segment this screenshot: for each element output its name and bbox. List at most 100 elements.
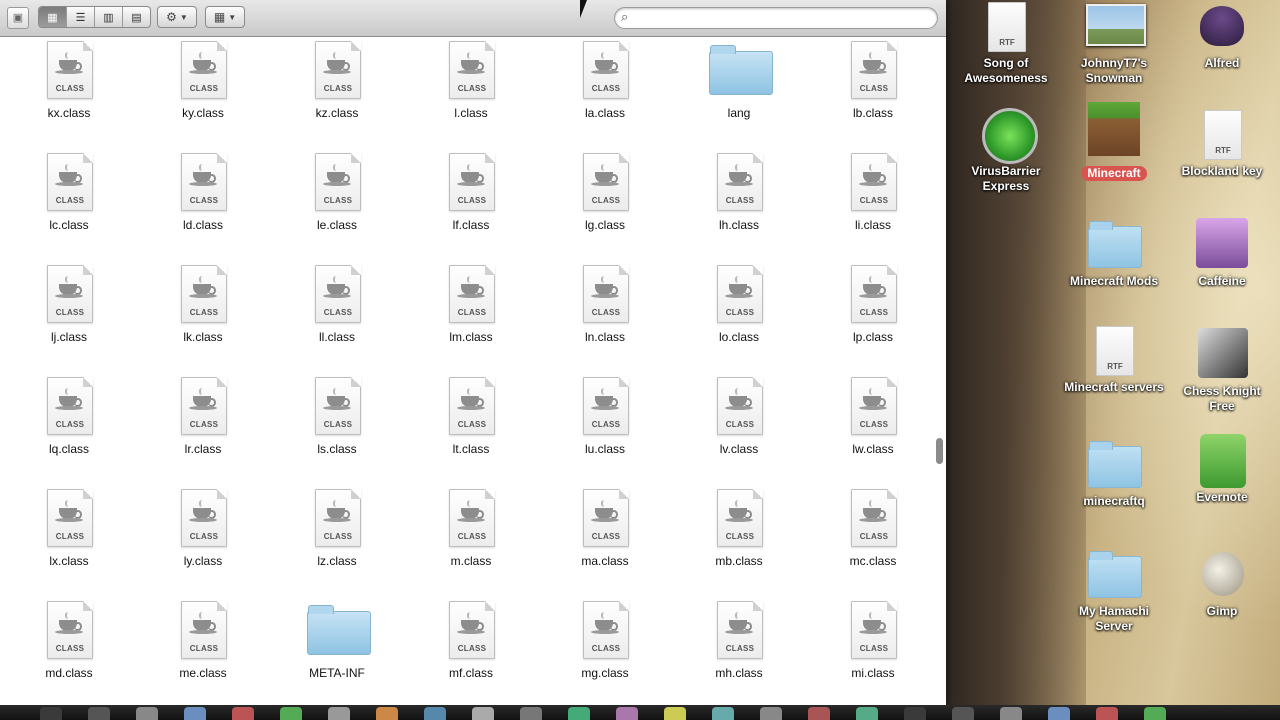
icon-view-button[interactable]: ▦ xyxy=(39,7,67,27)
file-item[interactable]: CLASS lz.class xyxy=(277,489,397,568)
file-item[interactable]: CLASS lw.class xyxy=(813,377,933,456)
file-type-tag: CLASS xyxy=(591,420,621,429)
dock-item[interactable] xyxy=(472,707,494,720)
file-item[interactable]: CLASS lb.class xyxy=(813,41,933,120)
search-field[interactable]: ⌕ xyxy=(614,7,938,29)
file-item[interactable]: CLASS la.class xyxy=(545,41,665,120)
file-item[interactable]: CLASS lc.class xyxy=(9,153,129,232)
file-item[interactable]: CLASS ls.class xyxy=(277,377,397,456)
file-type-tag: CLASS xyxy=(457,196,487,205)
dock-item[interactable] xyxy=(184,707,206,720)
file-item[interactable]: CLASS md.class xyxy=(9,601,129,680)
dock-item[interactable] xyxy=(664,707,686,720)
desktop-item-minecraft[interactable]: Minecraft xyxy=(1062,102,1166,182)
dock-item[interactable] xyxy=(952,707,974,720)
desktop-item-snowman[interactable]: JohnnyT7's Snowman xyxy=(1062,0,1166,86)
file-item[interactable]: CLASS lo.class xyxy=(679,265,799,344)
coverflow-view-button[interactable]: ▤ xyxy=(123,7,150,27)
dock-item[interactable] xyxy=(136,707,158,720)
java-class-file-icon: CLASS xyxy=(715,489,763,547)
file-item[interactable]: CLASS lq.class xyxy=(9,377,129,456)
dock-item[interactable] xyxy=(904,707,926,720)
desktop-item-minecraftq[interactable]: minecraftq xyxy=(1062,438,1166,509)
dock-item[interactable] xyxy=(232,707,254,720)
file-item[interactable]: CLASS lp.class xyxy=(813,265,933,344)
file-item[interactable]: CLASS kx.class xyxy=(9,41,129,120)
dock-item[interactable] xyxy=(808,707,830,720)
search-input[interactable] xyxy=(639,9,933,27)
dock-item[interactable] xyxy=(328,707,350,720)
file-item[interactable]: CLASS lu.class xyxy=(545,377,665,456)
file-item[interactable]: CLASS mb.class xyxy=(679,489,799,568)
arrange-menu-button[interactable]: ▦ ▼ xyxy=(205,6,245,28)
dock-item[interactable] xyxy=(712,707,734,720)
file-item[interactable]: CLASS ma.class xyxy=(545,489,665,568)
file-item[interactable]: CLASS lx.class xyxy=(9,489,129,568)
file-item[interactable]: CLASS lj.class xyxy=(9,265,129,344)
document-shape: CLASS xyxy=(851,601,897,659)
dock-item[interactable] xyxy=(1144,707,1166,720)
desktop-item-gimp[interactable]: Gimp xyxy=(1170,548,1274,619)
file-item[interactable]: CLASS mf.class xyxy=(411,601,531,680)
desktop-item-caffeine[interactable]: Caffeine xyxy=(1170,218,1274,289)
file-item[interactable]: CLASS mg.class xyxy=(545,601,665,680)
file-item[interactable]: CLASS ld.class xyxy=(143,153,263,232)
file-item[interactable]: CLASS lm.class xyxy=(411,265,531,344)
desktop-item-minecraft-servers[interactable]: RTF Minecraft servers xyxy=(1062,324,1166,395)
desktop-item-evernote[interactable]: Evernote xyxy=(1170,434,1274,505)
dock-item[interactable] xyxy=(760,707,782,720)
file-type-tag: CLASS xyxy=(859,308,889,317)
desktop-item-blockland-key[interactable]: RTF Blockland key xyxy=(1170,108,1274,179)
desktop-item-minecraft-mods[interactable]: Minecraft Mods xyxy=(1062,218,1166,289)
file-item[interactable]: META-INF xyxy=(277,601,397,680)
vertical-scrollbar[interactable] xyxy=(936,438,943,464)
dock-item[interactable] xyxy=(376,707,398,720)
coffee-cup-icon xyxy=(859,388,887,410)
desktop-item-virusbarrier[interactable]: VirusBarrier Express xyxy=(954,108,1058,194)
dock-item[interactable] xyxy=(1096,707,1118,720)
file-item[interactable]: CLASS lh.class xyxy=(679,153,799,232)
action-menu-button[interactable]: ⚙ ▼ xyxy=(157,6,197,28)
dock-item[interactable] xyxy=(280,707,302,720)
file-item[interactable]: CLASS l.class xyxy=(411,41,531,120)
desktop-item-alfred[interactable]: Alfred xyxy=(1170,0,1274,71)
desktop-item-song-of-awesomeness[interactable]: RTF Song of Awesomeness xyxy=(954,0,1058,86)
dock-item[interactable] xyxy=(88,707,110,720)
file-item[interactable]: CLASS le.class xyxy=(277,153,397,232)
file-type-tag: CLASS xyxy=(457,532,487,541)
file-item[interactable]: CLASS ly.class xyxy=(143,489,263,568)
file-item[interactable]: lang xyxy=(679,41,799,120)
dock-item[interactable] xyxy=(1048,707,1070,720)
dock-item[interactable] xyxy=(424,707,446,720)
column-view-button[interactable]: ▥ xyxy=(95,7,123,27)
file-item[interactable]: CLASS mc.class xyxy=(813,489,933,568)
file-item[interactable]: CLASS kz.class xyxy=(277,41,397,120)
proxy-icon[interactable]: ▣ xyxy=(7,7,29,29)
dock-item[interactable] xyxy=(568,707,590,720)
file-item[interactable]: CLASS m.class xyxy=(411,489,531,568)
java-class-file-icon: CLASS xyxy=(715,153,763,211)
java-class-file-icon: CLASS xyxy=(313,265,361,323)
dock-item[interactable] xyxy=(520,707,542,720)
dock-item[interactable] xyxy=(856,707,878,720)
file-item[interactable]: CLASS ll.class xyxy=(277,265,397,344)
dock-item[interactable] xyxy=(1000,707,1022,720)
desktop-item-my-hamachi-server[interactable]: My Hamachi Server xyxy=(1062,548,1166,634)
file-item[interactable]: CLASS lf.class xyxy=(411,153,531,232)
file-item[interactable]: CLASS mi.class xyxy=(813,601,933,680)
file-item[interactable]: CLASS me.class xyxy=(143,601,263,680)
file-item[interactable]: CLASS li.class xyxy=(813,153,933,232)
dock-item[interactable] xyxy=(616,707,638,720)
file-item[interactable]: CLASS lt.class xyxy=(411,377,531,456)
desktop-item-chess-knight[interactable]: Chess Knight Free xyxy=(1170,328,1274,414)
file-item[interactable]: CLASS lr.class xyxy=(143,377,263,456)
file-item[interactable]: CLASS ky.class xyxy=(143,41,263,120)
document-shape: CLASS xyxy=(181,41,227,99)
file-item[interactable]: CLASS lv.class xyxy=(679,377,799,456)
file-item[interactable]: CLASS ln.class xyxy=(545,265,665,344)
file-item[interactable]: CLASS lk.class xyxy=(143,265,263,344)
dock-item[interactable] xyxy=(40,707,62,720)
list-view-button[interactable]: ☰ xyxy=(67,7,95,27)
file-item[interactable]: CLASS lg.class xyxy=(545,153,665,232)
file-item[interactable]: CLASS mh.class xyxy=(679,601,799,680)
